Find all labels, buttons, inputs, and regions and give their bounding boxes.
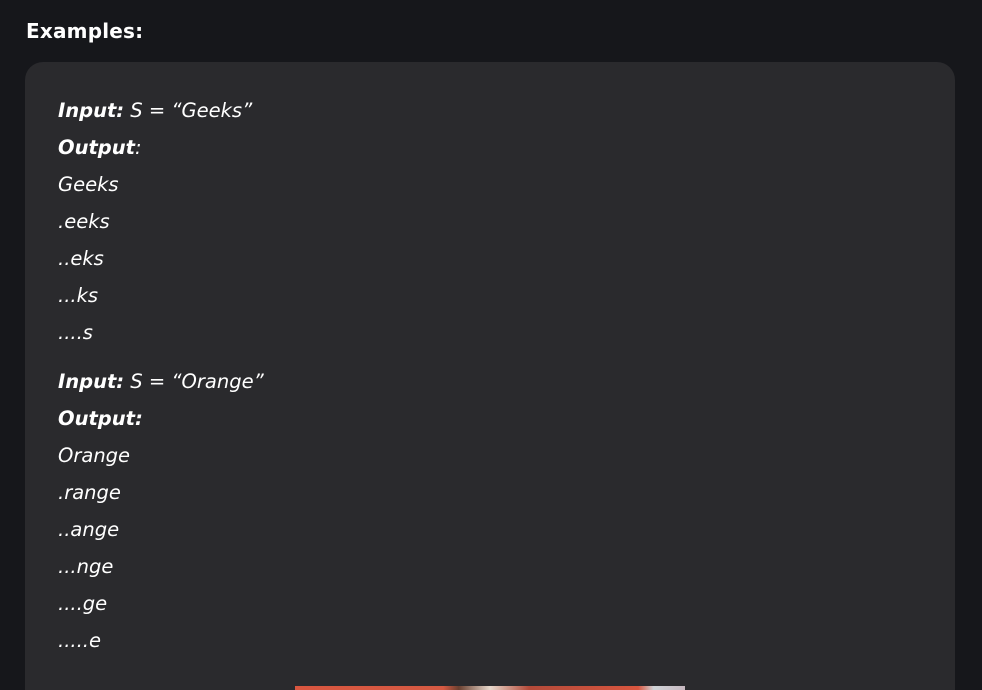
- output-row: ....s: [58, 321, 93, 344]
- output-row: ..ange: [58, 518, 120, 541]
- output-row: ..eks: [58, 247, 104, 270]
- output-row: ....ge: [58, 592, 108, 615]
- output-row: ...ks: [58, 284, 99, 307]
- examples-card: Input: S = “Geeks” Output: Geeks .eeks .…: [25, 62, 955, 690]
- examples-heading: Examples:: [26, 19, 144, 43]
- input-value: S = “Geeks”: [124, 99, 253, 122]
- output-colon: :: [134, 136, 142, 159]
- output-row: .range: [58, 481, 121, 504]
- output-row: .....e: [58, 629, 101, 652]
- output-row: Geeks: [58, 173, 119, 196]
- output-row: Orange: [58, 444, 131, 467]
- output-row: .eeks: [58, 210, 110, 233]
- output-line: Output:: [58, 129, 252, 166]
- example-1: Input: S = “Geeks” Output: Geeks .eeks .…: [58, 92, 252, 351]
- page: Examples: Input: S = “Geeks” Output: Gee…: [0, 0, 982, 690]
- illustration-image: [295, 686, 685, 690]
- input-line: Input: S = “Geeks”: [58, 92, 252, 129]
- input-label: Input:: [58, 99, 125, 122]
- output-line: Output:: [58, 400, 264, 437]
- input-label: Input:: [58, 370, 125, 393]
- input-value: S = “Orange”: [124, 370, 264, 393]
- output-label: Output:: [58, 407, 143, 430]
- input-line: Input: S = “Orange”: [58, 363, 264, 400]
- output-label: Output: [58, 136, 135, 159]
- output-row: ...nge: [58, 555, 114, 578]
- example-2: Input: S = “Orange” Output: Orange .rang…: [58, 363, 264, 659]
